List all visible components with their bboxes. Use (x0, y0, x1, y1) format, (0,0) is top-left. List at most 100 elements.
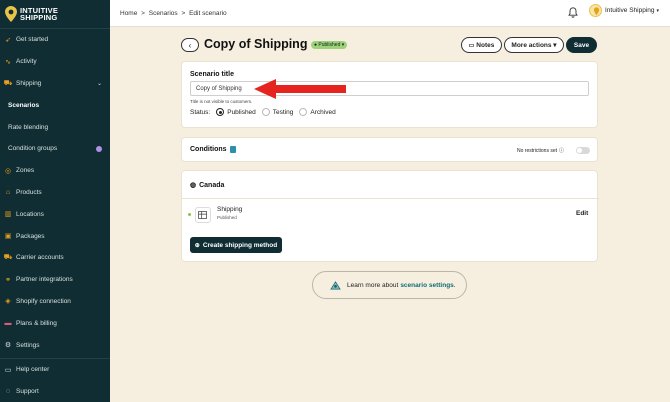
sidebar-item-shopify-connection[interactable]: ◈ Shopify connection (0, 291, 110, 313)
sidebar-item-support[interactable]: ◌ Support (0, 381, 110, 402)
sidebar-item-label: Help center (16, 366, 50, 374)
support-icon: ◌ (5, 388, 11, 396)
top-bar: Home > Scenarios > Edit scenario Intuiti… (110, 0, 670, 27)
map-pin-icon (5, 6, 17, 22)
sidebar-item-label: Shipping (16, 79, 42, 87)
sidebar-item-label: Plans & billing (16, 319, 57, 327)
building-icon: ▥ (4, 211, 12, 219)
status-radio-archived[interactable] (299, 108, 308, 116)
back-button[interactable]: ‹ (181, 38, 199, 52)
create-shipping-method-button[interactable]: ⊕ Create shipping method (190, 237, 282, 253)
status-badge[interactable]: ● Published ▾ (311, 41, 348, 49)
restrictions-status: No restrictions set ⓘ (517, 147, 564, 155)
sidebar-item-partner-integrations[interactable]: ⚭ Partner integrations (0, 269, 110, 291)
shipping-method-status: Published (217, 215, 237, 220)
conditions-card: Conditions No restrictions set ⓘ (181, 137, 598, 162)
shopify-icon: ◈ (5, 298, 11, 306)
breadcrumb: Home > Scenarios > Edit scenario (120, 10, 229, 17)
sidebar-item-label: Condition groups (8, 145, 58, 153)
learn-more-banner: Learn more about scenario settings. (312, 271, 467, 299)
sidebar-item-rate-blending[interactable]: Rate blending (0, 116, 110, 138)
card-icon: ▬ (4, 319, 12, 327)
save-label: Save (573, 41, 590, 49)
avatar (589, 4, 602, 17)
scenario-settings-link[interactable]: scenario settings (400, 282, 453, 289)
sidebar-item-label: Support (16, 388, 39, 396)
notes-icon: ▭ (468, 42, 475, 49)
sidebar-item-label: Partner integrations (16, 276, 73, 284)
sidebar-item-shipping[interactable]: ⛟ Shipping ⌄ (0, 73, 110, 95)
sidebar-item-label: Carrier accounts (16, 254, 64, 262)
sidebar-bottom: ▭ Help center ◌ Support (0, 358, 110, 402)
sidebar-item-help-center[interactable]: ▭ Help center (0, 359, 110, 381)
carrier-icon: ⛟ (3, 254, 13, 262)
sidebar-item-label: Products (16, 188, 42, 196)
breadcrumb-home[interactable]: Home (120, 10, 137, 17)
sidebar-item-label: Shopify connection (16, 297, 71, 305)
scenario-title-label: Scenario title (190, 71, 234, 78)
save-button[interactable]: Save (566, 37, 597, 53)
sidebar-item-label: Zones (16, 167, 35, 175)
conditions-title: Conditions (190, 146, 227, 153)
sidebar-item-condition-groups[interactable]: Condition groups (0, 138, 110, 160)
chevron-down-icon: ▾ (656, 7, 660, 14)
status-option-label: Testing (272, 108, 294, 116)
status-radio-published[interactable] (216, 108, 225, 116)
status-option-label: Published (227, 108, 256, 116)
sidebar-item-label: Get started (16, 36, 49, 44)
scenario-title-card: Scenario title Copy of Shipping Title is… (181, 61, 598, 128)
status-dot (188, 213, 191, 216)
sidebar: INTUITIVE SHIPPING ➶ Get started ∿ Activit… (0, 0, 110, 402)
map-pin-icon (593, 7, 600, 16)
sidebar-item-settings[interactable]: ⚙ Settings (0, 334, 110, 356)
sidebar-item-label: Activity (16, 58, 37, 66)
sidebar-item-get-started[interactable]: ➶ Get started (0, 29, 110, 51)
activity-icon: ∿ (5, 58, 11, 66)
notification-dot (96, 145, 102, 152)
region-name: Canada (199, 181, 225, 189)
bell-icon[interactable] (568, 7, 578, 18)
sidebar-item-packages[interactable]: ▣ Packages (0, 225, 110, 247)
status-label: Status: (190, 108, 211, 116)
chevron-left-icon: ‹ (188, 40, 192, 50)
breadcrumb-scenarios[interactable]: Scenarios (149, 10, 178, 17)
help-icon: ▭ (4, 366, 12, 374)
notes-button[interactable]: ▭ Notes (461, 37, 502, 53)
status-option-label: Archived (310, 108, 336, 116)
brand-logo[interactable]: INTUITIVE SHIPPING (0, 0, 110, 28)
tag-icon: ⌂ (5, 188, 11, 196)
learn-more-text: Learn more about (347, 281, 399, 289)
region-card: ◍ Canada Shipping Published Edit ⊕ Creat… (181, 170, 599, 262)
restrictions-toggle[interactable] (576, 147, 590, 154)
table-icon (195, 207, 211, 223)
region-header: ◍ Canada (182, 171, 599, 199)
help-circle-icon[interactable]: ⓘ (559, 147, 564, 154)
shipping-method-name[interactable]: Shipping (217, 206, 242, 213)
edit-button[interactable]: Edit (576, 210, 588, 217)
globe-icon: ◍ (190, 182, 197, 189)
sidebar-item-products[interactable]: ⌂ Products (0, 182, 110, 204)
sidebar-item-carrier-accounts[interactable]: ⛟ Carrier accounts (0, 247, 110, 269)
zones-icon: ◎ (4, 167, 12, 175)
more-actions-button[interactable]: More actions ▾ (504, 37, 564, 53)
book-icon[interactable] (229, 146, 236, 153)
truck-icon: ⛟ (3, 79, 13, 87)
sidebar-item-activity[interactable]: ∿ Activity (0, 51, 110, 73)
sidebar-item-label: Rate blending (8, 123, 49, 131)
status-radio-testing[interactable] (261, 108, 270, 116)
learn-more-suffix: . (453, 281, 456, 289)
more-actions-label: More actions ▾ (511, 42, 557, 49)
user-menu[interactable]: Intuitive Shipping ▾ (589, 4, 659, 17)
sidebar-item-zones[interactable]: ◎ Zones (0, 160, 110, 182)
plus-circle-icon: ⊕ (194, 242, 200, 249)
sidebar-item-scenarios[interactable]: Scenarios (0, 94, 110, 116)
table-grid-icon (198, 211, 207, 219)
breadcrumb-current: Edit scenario (189, 9, 227, 17)
chevron-down-icon: ⌄ (96, 80, 102, 87)
sidebar-item-plans-billing[interactable]: ▬ Plans & billing (0, 312, 110, 334)
breadcrumb-separator: > (181, 9, 186, 17)
notes-label: Notes (476, 41, 495, 49)
sidebar-item-label: Scenarios (8, 101, 40, 109)
brand-line2: SHIPPING (20, 13, 58, 22)
sidebar-item-locations[interactable]: ▥ Locations (0, 203, 110, 225)
